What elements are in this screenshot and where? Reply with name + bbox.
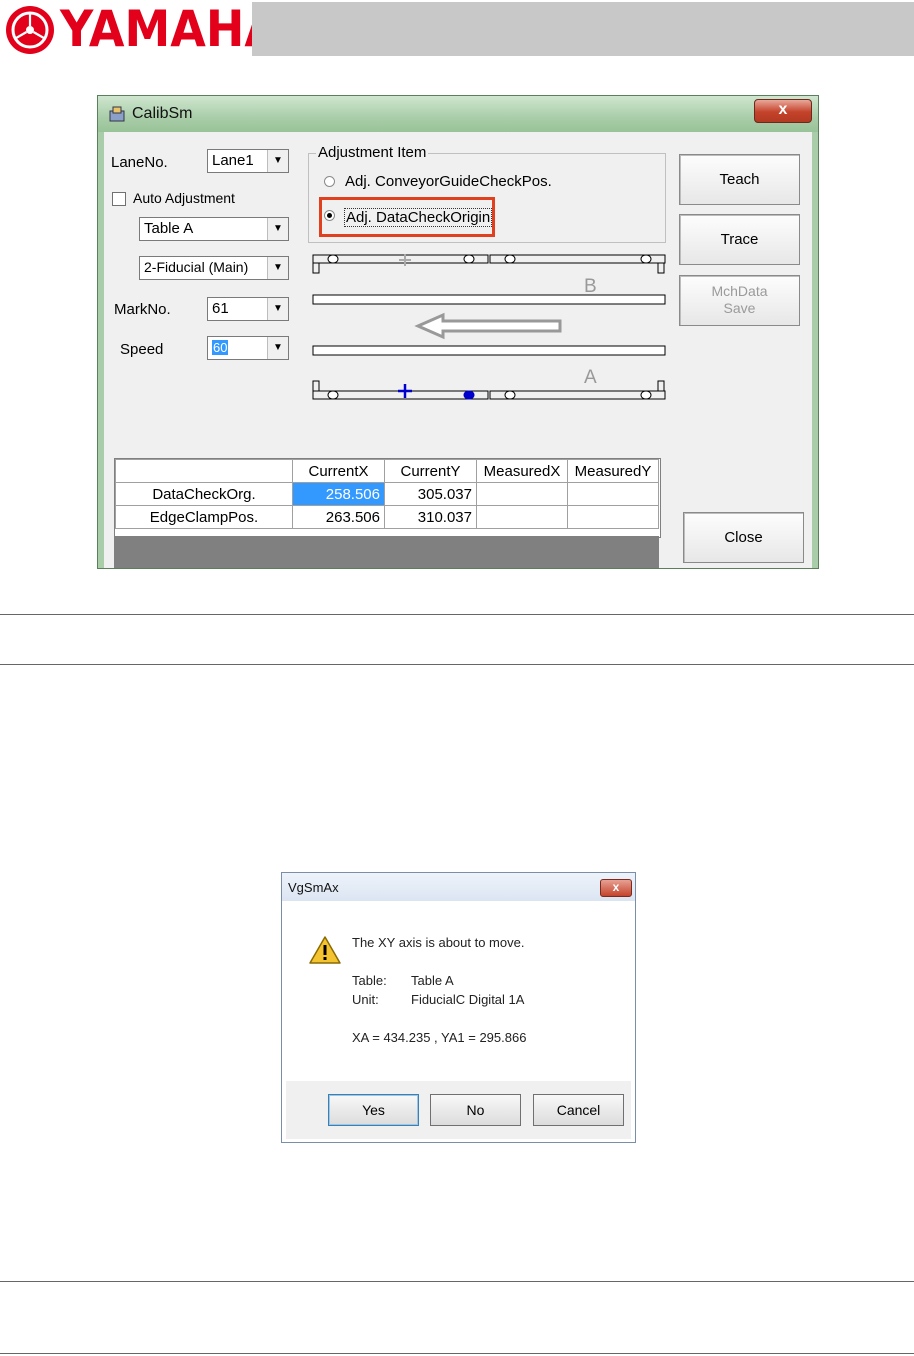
vgsmax-title: VgSmAx	[288, 880, 339, 895]
divider-line	[0, 1353, 914, 1354]
chevron-down-icon: ▼	[267, 150, 288, 172]
radio-conveyor-guide-label[interactable]: Adj. ConveyorGuideCheckPos.	[345, 173, 552, 190]
window-right-border	[812, 132, 818, 568]
divider-line	[0, 614, 914, 615]
header-currenty: CurrentY	[384, 459, 477, 483]
cell-currentx[interactable]: 258.506	[292, 482, 385, 506]
cell-measuredy[interactable]	[567, 505, 659, 529]
cancel-button[interactable]: Cancel	[533, 1094, 624, 1126]
dialog-table-label: Table:	[352, 973, 387, 988]
teach-button[interactable]: Teach	[679, 154, 800, 205]
header-measuredy: MeasuredY	[567, 459, 659, 483]
divider-line	[0, 1281, 914, 1282]
chevron-down-icon: ▼	[267, 218, 288, 240]
yes-button[interactable]: Yes	[328, 1094, 419, 1126]
dialog-unit-value: FiducialC Digital 1A	[411, 992, 525, 1007]
direction-arrow-icon	[414, 312, 562, 340]
dialog-message: The XY axis is about to move.	[352, 935, 525, 950]
dialog-coords: XA = 434.235 , YA1 = 295.866	[352, 1030, 527, 1045]
grid-empty-area	[114, 536, 659, 568]
window-close-button[interactable]: x	[754, 99, 812, 123]
table-row[interactable]: EdgeClampPos. 263.506 310.037	[115, 505, 659, 529]
no-button[interactable]: No	[430, 1094, 521, 1126]
position-grid: CurrentX CurrentY MeasuredX MeasuredY Da…	[114, 458, 661, 538]
speed-select[interactable]: 60 ▼	[207, 336, 289, 360]
mark-cross-b-icon	[399, 254, 411, 266]
close-button-label: Close	[724, 529, 763, 546]
table-select[interactable]: Table A ▼	[139, 217, 289, 241]
dialog-footer: Yes No Cancel	[286, 1081, 631, 1139]
header-currentx: CurrentX	[292, 459, 385, 483]
teach-button-label: Teach	[719, 171, 760, 188]
mark-select[interactable]: 61 ▼	[207, 297, 289, 321]
cell-currentx[interactable]: 263.506	[292, 505, 385, 529]
yes-button-label: Yes	[362, 1102, 385, 1118]
lane-select[interactable]: Lane1 ▼	[207, 149, 289, 173]
header-measuredx: MeasuredX	[476, 459, 568, 483]
close-icon: x	[778, 101, 788, 118]
position-table: CurrentX CurrentY MeasuredX MeasuredY Da…	[115, 459, 659, 529]
cell-measuredy[interactable]	[567, 482, 659, 506]
close-icon: x	[612, 880, 620, 894]
conveyor-belt-b	[312, 294, 666, 305]
vgsmax-dialog: VgSmAx x The XY axis is about to move. T…	[281, 872, 636, 1143]
header-empty	[115, 459, 293, 483]
table-value: Table A	[144, 220, 194, 237]
mchdata-save-button[interactable]: MchData Save	[679, 275, 800, 326]
cell-measuredx[interactable]	[476, 505, 568, 529]
no-button-label: No	[466, 1102, 485, 1118]
auto-adjust-checkbox[interactable]	[112, 192, 126, 206]
fiducial-value: 2-Fiducial (Main)	[144, 259, 249, 275]
brand-name: YAMAHA	[60, 0, 280, 58]
table-row[interactable]: DataCheckOrg. 258.506 305.037	[115, 482, 659, 506]
auto-adjust-label: Auto Adjustment	[133, 190, 235, 206]
mark-cross-a-icon	[398, 384, 412, 398]
calibsm-window: CalibSm x LaneNo. Lane1 ▼ Auto Adjustmen…	[97, 95, 819, 569]
chevron-down-icon: ▼	[267, 298, 288, 320]
lane-label: LaneNo.	[111, 154, 168, 171]
calibsm-title: CalibSm	[132, 105, 193, 122]
conveyor-rail-a	[312, 380, 666, 400]
cell-currenty[interactable]: 310.037	[384, 505, 477, 529]
trace-button[interactable]: Trace	[679, 214, 800, 265]
highlight-box	[319, 197, 495, 237]
chevron-down-icon: ▼	[267, 337, 288, 359]
dialog-unit-label: Unit:	[352, 992, 379, 1007]
calibsm-titlebar	[98, 96, 818, 132]
yamaha-logo-icon	[6, 6, 54, 54]
window-left-border	[98, 132, 104, 568]
row-name: DataCheckOrg.	[115, 482, 293, 506]
mark-value: 61	[212, 300, 229, 317]
app-icon	[109, 106, 125, 122]
row-name: EdgeClampPos.	[115, 505, 293, 529]
speed-value: 60	[212, 340, 229, 355]
chevron-down-icon: ▼	[267, 257, 288, 279]
speed-label: Speed	[120, 341, 164, 358]
dialog-table-value: Table A	[411, 973, 454, 988]
fiducial-select[interactable]: 2-Fiducial (Main) ▼	[139, 256, 289, 280]
cell-measuredx[interactable]	[476, 482, 568, 506]
adjustment-group-title: Adjustment Item	[316, 144, 429, 161]
warning-icon	[309, 936, 341, 964]
table-header-row: CurrentX CurrentY MeasuredX MeasuredY	[115, 459, 659, 483]
header-bar	[252, 2, 914, 56]
mark-label: MarkNo.	[114, 301, 171, 318]
conveyor-diagram	[312, 254, 666, 400]
radio-conveyor-guide[interactable]	[324, 176, 335, 187]
dialog-close-button[interactable]: x	[600, 879, 632, 897]
conveyor-rail-b	[312, 254, 666, 274]
mchdata-label-line2: Save	[723, 300, 756, 316]
mchdata-label-line1: MchData	[711, 283, 768, 299]
cancel-button-label: Cancel	[556, 1102, 601, 1118]
conveyor-a-label: A	[584, 367, 597, 388]
conveyor-belt-a	[312, 345, 666, 356]
lane-value: Lane1	[212, 152, 254, 169]
cell-currenty[interactable]: 305.037	[384, 482, 477, 506]
dialog-body: The XY axis is about to move. Table: Tab…	[286, 901, 631, 1081]
trace-button-label: Trace	[720, 231, 759, 248]
conveyor-b-label: B	[584, 276, 597, 297]
close-button[interactable]: Close	[683, 512, 804, 563]
fiducial-dot-icon	[463, 390, 475, 400]
divider-line	[0, 664, 914, 665]
